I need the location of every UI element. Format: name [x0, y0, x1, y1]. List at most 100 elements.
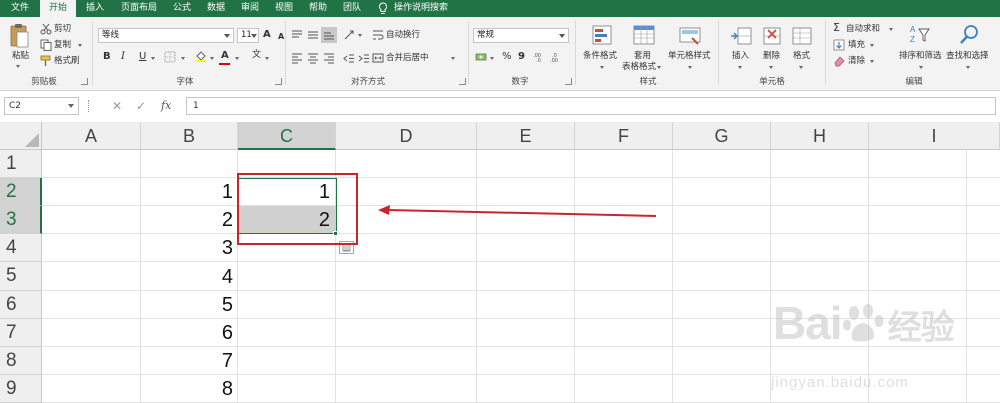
font-color-button[interactable]: A [221, 50, 229, 61]
sigma-icon[interactable]: Σ [833, 22, 840, 33]
underline-dropdown-icon[interactable] [151, 57, 155, 60]
row-header-7[interactable]: 7 [0, 319, 42, 347]
align-top-icon[interactable] [291, 29, 303, 41]
format-cells-icon[interactable] [790, 24, 814, 48]
insert-dropdown-icon[interactable] [738, 66, 742, 69]
paste-dropdown-icon[interactable] [16, 65, 20, 68]
tab-page-layout[interactable]: 页面布局 [114, 0, 164, 17]
sort-filter-dropdown-icon[interactable] [919, 66, 923, 69]
orientation-icon[interactable] [343, 29, 355, 41]
cancel-icon[interactable]: ✕ [112, 97, 122, 115]
column-header-a[interactable]: A [42, 122, 141, 150]
tab-home[interactable]: 开始 [40, 0, 76, 17]
tab-view[interactable]: 视图 [268, 0, 300, 17]
row-header-4[interactable]: 4 [0, 234, 42, 262]
autosum-dropdown-icon[interactable] [889, 28, 893, 31]
tab-help[interactable]: 帮助 [302, 0, 334, 17]
format-as-table-dropdown-icon[interactable] [657, 66, 661, 69]
wrap-text-icon[interactable] [372, 29, 384, 41]
copy-button[interactable]: 复制 [54, 40, 71, 51]
find-select-dropdown-icon[interactable] [966, 66, 970, 69]
insert-cells-icon[interactable] [729, 24, 753, 48]
conditional-formatting-button[interactable]: 条件格式 [583, 51, 617, 62]
format-cells-button[interactable]: 格式 [793, 51, 810, 62]
cut-button[interactable]: 剪切 [54, 24, 71, 35]
font-color-dropdown-icon[interactable] [235, 57, 239, 60]
cell-b5[interactable]: 4 [141, 263, 237, 290]
tab-review[interactable]: 审阅 [234, 0, 266, 17]
cell-b4[interactable]: 3 [141, 234, 237, 261]
decrease-decimal-icon[interactable]: .0.00 [550, 51, 562, 63]
fill-color-icon[interactable] [195, 50, 207, 62]
cell-b8[interactable]: 7 [141, 347, 237, 374]
tell-me-search[interactable]: 操作说明搜索 [394, 0, 460, 17]
find-select-button[interactable]: 查找和选择 [946, 51, 989, 62]
scissors-icon[interactable] [40, 23, 52, 35]
format-as-table-label-2[interactable]: 表格格式 [622, 62, 656, 73]
cell-b2[interactable]: 1 [141, 178, 237, 205]
format-as-table-icon[interactable] [632, 24, 656, 48]
currency-icon[interactable] [475, 51, 487, 63]
cell-b9[interactable]: 8 [141, 375, 237, 402]
font-name-select[interactable]: 等线 [98, 28, 234, 43]
format-painter-icon[interactable] [40, 55, 52, 67]
fill-down-icon[interactable] [833, 39, 845, 51]
bold-button[interactable]: B [103, 51, 111, 62]
check-icon[interactable]: ✓ [136, 97, 146, 115]
paste-icon[interactable] [8, 23, 30, 49]
tab-insert[interactable]: 插入 [78, 0, 112, 17]
conditional-formatting-icon[interactable] [591, 24, 615, 48]
number-format-select[interactable]: 常规 [473, 28, 569, 43]
merge-center-button[interactable]: 合并后居中 [386, 53, 429, 64]
clear-button[interactable]: 清除 [848, 56, 865, 67]
increase-indent-icon[interactable] [358, 52, 370, 64]
column-header-h[interactable]: H [771, 122, 869, 150]
row-header-6[interactable]: 6 [0, 291, 42, 319]
copy-icon[interactable] [40, 39, 52, 51]
autosum-button[interactable]: 自动求和 [846, 24, 880, 35]
cell-styles-dropdown-icon[interactable] [688, 66, 692, 69]
eraser-icon[interactable] [833, 55, 845, 67]
column-header-g[interactable]: G [673, 122, 771, 150]
wrap-text-button[interactable]: 自动换行 [386, 30, 420, 41]
clipboard-launcher-icon[interactable] [81, 78, 88, 85]
search-icon[interactable] [958, 23, 982, 47]
format-as-table-button[interactable]: 套用 [634, 51, 651, 62]
font-launcher-icon[interactable] [275, 78, 282, 85]
grow-font-button[interactable]: A [263, 29, 271, 40]
column-header-e[interactable]: E [477, 122, 575, 150]
underline-button[interactable]: U [139, 51, 146, 62]
fill-color-dropdown-icon[interactable] [210, 57, 214, 60]
cell-styles-button[interactable]: 单元格样式 [668, 51, 711, 62]
merge-dropdown-icon[interactable] [451, 57, 455, 60]
row-header-1[interactable]: 1 [0, 150, 42, 178]
borders-dropdown-icon[interactable] [181, 57, 185, 60]
italic-button[interactable]: I [121, 51, 125, 62]
row-header-2[interactable]: 2 [0, 178, 42, 206]
cell-b6[interactable]: 5 [141, 291, 237, 318]
insert-cells-button[interactable]: 插入 [732, 51, 749, 62]
column-header-c[interactable]: C [238, 122, 336, 150]
number-launcher-icon[interactable] [565, 78, 572, 85]
tab-formulas[interactable]: 公式 [166, 0, 198, 17]
column-header-f[interactable]: F [575, 122, 673, 150]
name-box[interactable]: C2 [4, 97, 79, 115]
fill-dropdown-icon[interactable] [870, 44, 874, 47]
align-middle-icon[interactable] [307, 29, 319, 41]
paste-button[interactable]: 粘贴 [12, 51, 29, 62]
formula-input[interactable]: 1 [186, 97, 996, 115]
clear-dropdown-icon[interactable] [870, 60, 874, 63]
phonetic-button[interactable]: 文 [252, 50, 261, 61]
alignment-launcher-icon[interactable] [459, 78, 466, 85]
row-header-9[interactable]: 9 [0, 375, 42, 403]
font-size-select[interactable]: 11 [237, 28, 259, 43]
cell-styles-icon[interactable] [678, 24, 702, 48]
insert-function-icon[interactable]: fx [161, 97, 171, 115]
chevron-down-icon[interactable] [68, 104, 74, 108]
conditional-dropdown-icon[interactable] [600, 66, 604, 69]
column-header-b[interactable]: B [141, 122, 238, 150]
align-bottom-icon[interactable] [323, 29, 335, 41]
percent-button[interactable]: % [502, 51, 512, 62]
align-right-icon[interactable] [323, 52, 335, 64]
currency-dropdown-icon[interactable] [490, 57, 494, 60]
